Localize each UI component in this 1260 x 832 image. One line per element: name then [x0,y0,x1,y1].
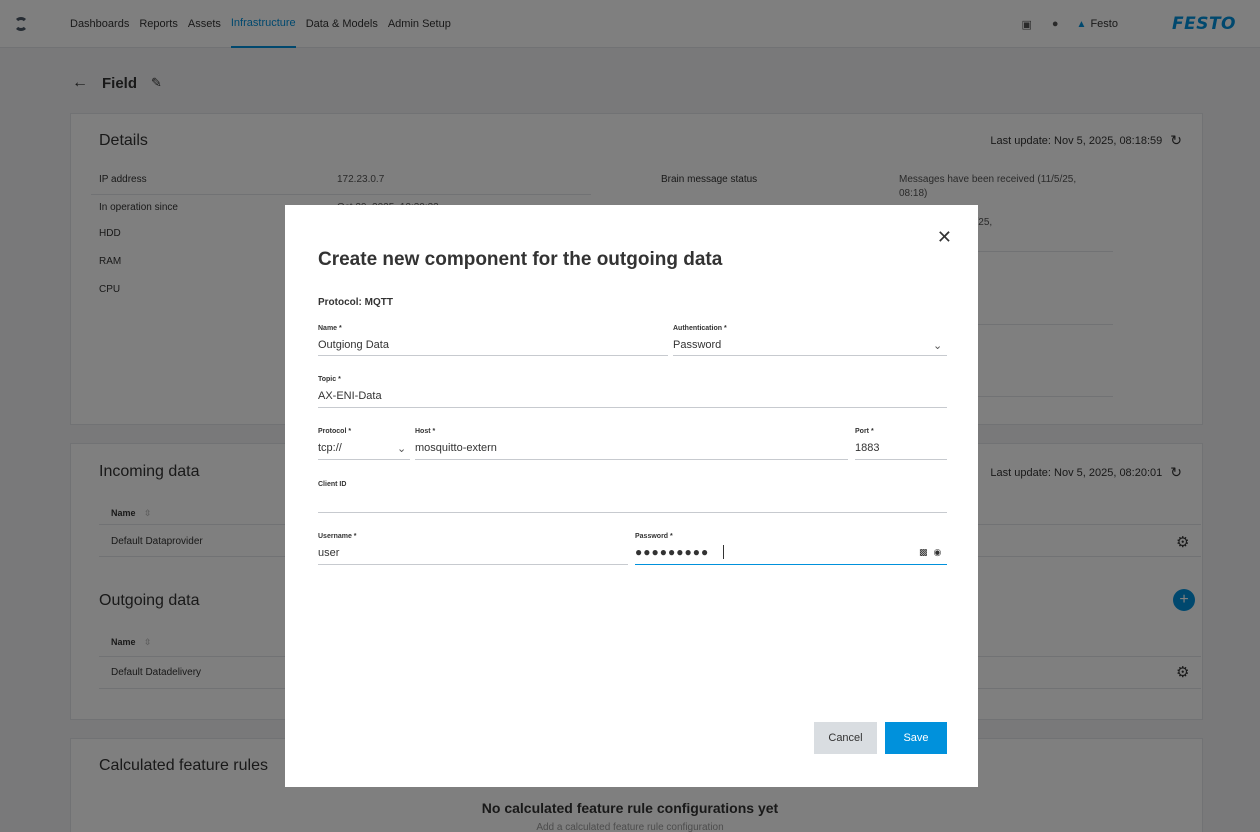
protocol-select[interactable]: tcp:// [318,442,398,454]
name-underline [318,355,668,356]
text-caret [723,545,724,559]
cancel-button[interactable]: Cancel [814,722,877,754]
save-button[interactable]: Save [885,722,947,754]
host-underline [415,459,848,460]
username-label: Username * [318,533,357,540]
close-icon[interactable]: ✕ [937,227,952,248]
copy-icon[interactable]: ▩ [919,547,928,558]
client-id-underline [318,512,947,513]
port-label: Port * [855,428,874,435]
chevron-down-icon[interactable]: ⌄ [933,339,942,352]
topic-underline [318,407,947,408]
protocol-info: Protocol: MQTT [318,297,393,308]
name-label: Name * [318,325,342,332]
auth-select[interactable]: Password [673,339,935,351]
client-id-label: Client ID [318,481,347,488]
host-input[interactable]: mosquitto-extern [415,442,845,454]
protocol-underline [318,459,410,460]
username-underline [318,564,628,565]
password-underline [635,564,947,565]
password-input[interactable]: ●●●●●●●●● [635,545,709,559]
client-id-input[interactable] [318,495,947,509]
username-input[interactable]: user [318,547,628,559]
password-label: Password * [635,533,673,540]
chevron-down-icon[interactable]: ⌄ [397,442,406,455]
create-component-dialog: ✕ Create new component for the outgoing … [285,205,978,787]
topic-label: Topic * [318,376,341,383]
name-input[interactable]: Outgiong Data [318,339,668,351]
eye-icon[interactable]: ◉ [934,547,942,558]
auth-underline [673,355,947,356]
dialog-title: Create new component for the outgoing da… [318,249,723,270]
port-input[interactable]: 1883 [855,442,945,454]
port-underline [855,459,947,460]
topic-input[interactable]: AX-ENI-Data [318,390,947,402]
host-label: Host * [415,428,436,435]
auth-label: Authentication * [673,325,727,332]
password-actions: ▩ ◉ [919,547,941,558]
protocol-label: Protocol * [318,428,352,435]
